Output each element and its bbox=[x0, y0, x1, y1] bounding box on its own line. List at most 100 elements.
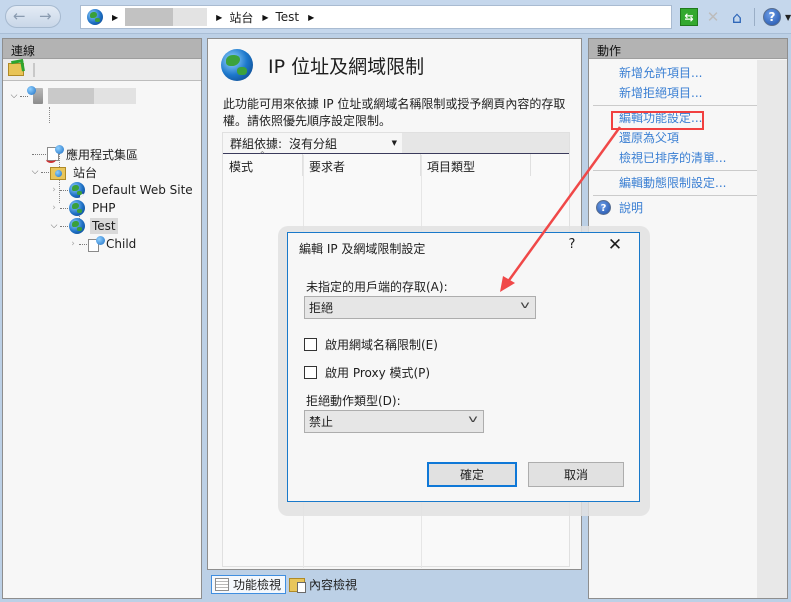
connections-panel: 連線 ⌵ 應用程式集區 ⌵ 站台 › ? Default Web bbox=[2, 38, 202, 599]
breadcrumb-separator-icon[interactable]: ▶ bbox=[262, 13, 268, 22]
navigation-buttons: ← → bbox=[5, 5, 61, 28]
chevron-down-icon[interactable]: ⌵ bbox=[30, 167, 40, 177]
content-view-icon bbox=[289, 577, 307, 593]
breadcrumb-separator-icon[interactable]: ▶ bbox=[112, 13, 118, 22]
sites-folder-icon bbox=[50, 166, 66, 180]
deny-action-value: 禁止 bbox=[309, 415, 334, 429]
actions-divider bbox=[593, 170, 757, 171]
access-label: 未指定的用戶端的存取(A): bbox=[306, 280, 448, 294]
website-icon bbox=[69, 218, 85, 234]
column-header-requestor[interactable]: 要求者 bbox=[303, 154, 421, 176]
breadcrumb-sites[interactable]: 站台 bbox=[229, 9, 253, 26]
action-edit-dynamic-restriction[interactable]: 編輯動態限制設定... bbox=[589, 173, 787, 193]
tab-content-view[interactable]: 內容檢視 bbox=[286, 575, 361, 594]
dialog-help-button[interactable]: ? bbox=[565, 237, 579, 252]
tree-item-test[interactable]: ⌵ Test bbox=[49, 217, 118, 235]
action-help[interactable]: ? 說明 bbox=[589, 198, 787, 218]
tree-item-server[interactable]: ⌵ bbox=[9, 86, 136, 105]
server-icon bbox=[27, 86, 43, 104]
chevron-down-icon: v bbox=[520, 300, 530, 311]
create-connection-icon[interactable] bbox=[8, 63, 24, 76]
toolbar-divider bbox=[754, 8, 755, 26]
help-icon[interactable]: ? bbox=[763, 8, 781, 26]
group-by-select[interactable]: 沒有分組 ▼ bbox=[287, 133, 403, 153]
tree-connector bbox=[60, 207, 68, 209]
tree-item-label: Test bbox=[90, 218, 118, 234]
deny-action-label: 拒絕動作類型(D): bbox=[306, 394, 401, 408]
checkbox-box[interactable] bbox=[304, 338, 317, 351]
enable-proxy-label: 啟用 Proxy 模式(P) bbox=[325, 366, 431, 380]
breadcrumb-test[interactable]: Test bbox=[275, 10, 299, 24]
chevron-right-icon[interactable]: › bbox=[49, 185, 59, 195]
connections-tree: ⌵ 應用程式集區 ⌵ 站台 › ? Default Web Site › PHP bbox=[3, 81, 201, 252]
action-add-deny-entry[interactable]: 新增拒絕項目... bbox=[589, 83, 787, 103]
feature-header: IP 位址及網域限制 bbox=[221, 49, 424, 81]
checkbox-box[interactable] bbox=[304, 366, 317, 379]
tree-item-app-pools[interactable]: 應用程式集區 bbox=[31, 145, 140, 163]
tree-item-label: Child bbox=[106, 237, 137, 251]
address-toolbar: ← → ▶ ▶ 站台 ▶ Test ▶ ⇆ ✕ ⌂ ? ▼ bbox=[0, 0, 791, 34]
connections-title: 連線 bbox=[3, 39, 201, 59]
tree-item-child[interactable]: › Child bbox=[68, 235, 138, 253]
help-dropdown-icon[interactable]: ▼ bbox=[785, 13, 791, 22]
tree-item-php[interactable]: › PHP bbox=[49, 199, 118, 217]
group-by-bar: 群組依據: 沒有分組 ▼ bbox=[223, 133, 569, 154]
connections-toolbar bbox=[3, 59, 201, 81]
column-header-entry-type[interactable]: 項目類型 bbox=[421, 154, 531, 176]
actions-divider bbox=[593, 105, 757, 106]
tree-item-default-web-site[interactable]: › ? Default Web Site bbox=[49, 181, 195, 199]
deny-action-select[interactable]: 禁止 v bbox=[304, 410, 484, 433]
application-pool-icon bbox=[46, 145, 64, 163]
help-icon: ? bbox=[596, 200, 611, 215]
back-arrow-icon[interactable]: ← bbox=[13, 7, 26, 25]
globe-icon bbox=[221, 49, 253, 81]
website-icon bbox=[69, 200, 85, 216]
action-add-allow-entry[interactable]: 新增允許項目... bbox=[589, 63, 787, 83]
chevron-down-icon[interactable]: ⌵ bbox=[49, 221, 59, 231]
features-view-icon bbox=[215, 578, 229, 591]
ok-button[interactable]: 確定 bbox=[427, 462, 517, 487]
tree-connector bbox=[60, 189, 68, 191]
stop-icon[interactable]: ✕ bbox=[704, 8, 722, 26]
toolbar-icons: ⇆ ✕ ⌂ ? ▼ bbox=[680, 5, 791, 29]
enable-domain-checkbox[interactable]: 啟用網域名稱限制(E) bbox=[304, 336, 438, 353]
chevron-right-icon[interactable]: › bbox=[68, 239, 78, 249]
home-icon[interactable]: ⌂ bbox=[728, 8, 746, 27]
server-name-redacted bbox=[48, 88, 136, 104]
breadcrumb-server-redacted[interactable] bbox=[125, 8, 208, 26]
globe-icon bbox=[87, 9, 103, 25]
action-view-ordered-list[interactable]: 檢視已排序的清單... bbox=[589, 148, 787, 168]
cancel-button[interactable]: 取消 bbox=[528, 462, 624, 487]
dialog-title: 編輯 IP 及網域限制設定 bbox=[299, 242, 426, 256]
group-by-label: 群組依據: bbox=[223, 133, 288, 153]
access-select[interactable]: 拒絕 v bbox=[304, 296, 536, 319]
toolbar-separator bbox=[33, 62, 35, 77]
chevron-down-icon[interactable]: ⌵ bbox=[9, 91, 19, 101]
view-tabs: 功能檢視 內容檢視 bbox=[211, 575, 361, 594]
column-headers: ^ 模式 要求者 項目類型 bbox=[223, 150, 569, 176]
address-breadcrumb[interactable]: ▶ ▶ 站台 ▶ Test ▶ bbox=[80, 5, 672, 29]
tree-connector bbox=[79, 243, 87, 245]
actions-list: 新增允許項目... 新增拒絕項目... 編輯功能設定... 還原為父項 檢視已排… bbox=[589, 59, 787, 218]
tree-line bbox=[49, 107, 50, 123]
action-revert-to-parent[interactable]: 還原為父項 bbox=[589, 128, 787, 148]
action-edit-feature-settings[interactable]: 編輯功能設定... bbox=[589, 108, 787, 128]
tab-label: 功能檢視 bbox=[233, 578, 282, 592]
breadcrumb-separator-icon[interactable]: ▶ bbox=[308, 13, 314, 22]
tree-connector bbox=[60, 225, 68, 227]
breadcrumb-separator-icon[interactable]: ▶ bbox=[216, 13, 222, 22]
enable-domain-label: 啟用網域名稱限制(E) bbox=[325, 338, 438, 352]
refresh-icon[interactable]: ⇆ bbox=[680, 8, 698, 26]
forward-arrow-icon[interactable]: → bbox=[39, 7, 52, 25]
dialog-close-button[interactable]: ✕ bbox=[606, 235, 624, 255]
action-help-label: 說明 bbox=[619, 201, 644, 215]
tree-connector bbox=[41, 171, 49, 173]
tab-features-view[interactable]: 功能檢視 bbox=[211, 575, 287, 594]
chevron-right-icon[interactable]: › bbox=[49, 203, 59, 213]
enable-proxy-checkbox[interactable]: 啟用 Proxy 模式(P) bbox=[304, 364, 430, 381]
tab-label: 內容檢視 bbox=[309, 578, 358, 592]
sort-ascending-icon: ^ bbox=[259, 150, 266, 159]
actions-divider bbox=[593, 195, 757, 196]
tree-item-sites[interactable]: ⌵ 站台 bbox=[30, 163, 99, 181]
tree-connector bbox=[32, 153, 46, 155]
